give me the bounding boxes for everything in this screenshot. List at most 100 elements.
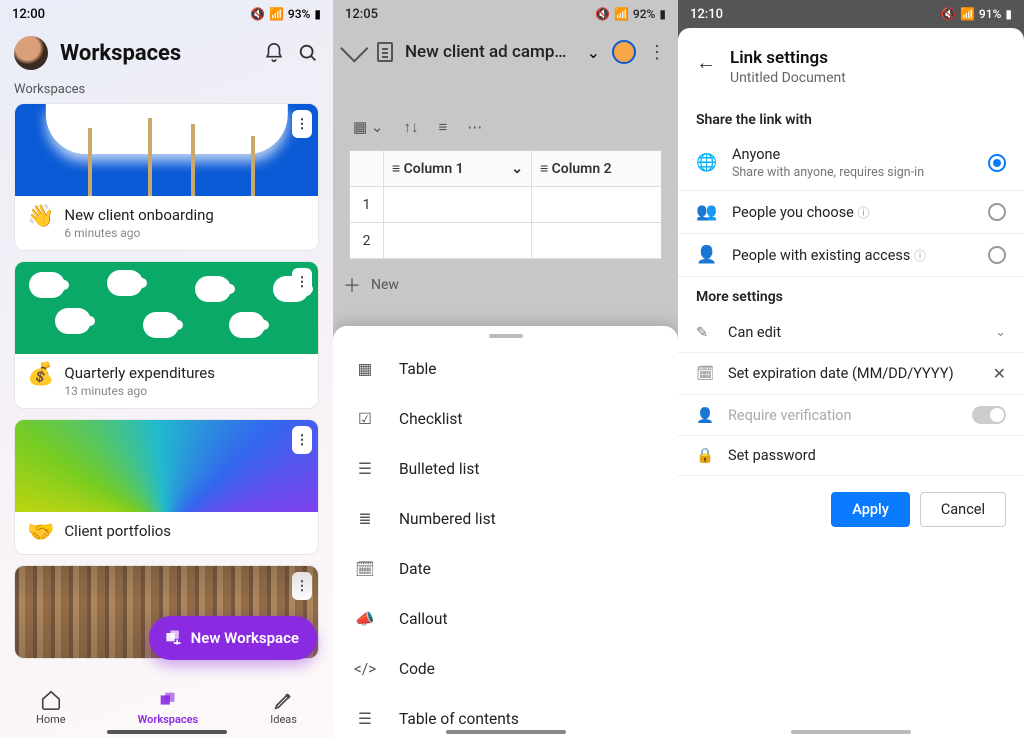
insert-checklist[interactable]: ☑ Checklist xyxy=(333,394,678,444)
verification-row[interactable]: 👤 Require verification xyxy=(678,395,1024,436)
row-label: Can edit xyxy=(728,324,981,341)
clear-icon[interactable]: ✕ xyxy=(993,364,1006,383)
share-option-existing[interactable]: 👤 People with existing access ⓘ xyxy=(678,234,1024,277)
card-menu-icon[interactable]: ⋮ xyxy=(292,110,312,138)
item-label: Checklist xyxy=(399,410,462,428)
globe-icon: 🌐 xyxy=(696,152,718,174)
column-header[interactable]: ≡ Column 2 xyxy=(532,151,661,187)
table-cell[interactable] xyxy=(532,223,661,259)
nav-home[interactable]: Home xyxy=(36,689,66,726)
insert-table[interactable]: ▦ Table xyxy=(333,344,678,394)
insert-date[interactable]: 🗓 Date xyxy=(333,544,678,594)
back-icon[interactable]: ← xyxy=(696,48,716,75)
bell-icon[interactable] xyxy=(263,42,285,64)
card-menu-icon[interactable]: ⋮ xyxy=(292,268,312,296)
workspace-card[interactable]: ⋮ 🤝 Client portfolios xyxy=(14,419,319,555)
password-row[interactable]: 🔒 Set password xyxy=(678,436,1024,476)
workspaces-screen: 12:00 🔇 📶 93% ▮ Workspaces Workspaces ⋮ … xyxy=(0,0,333,738)
status-bar: 12:00 🔇 📶 93% ▮ xyxy=(0,0,333,26)
link-settings-screen: 12:10 🔇 📶 91% ▮ ← Link settings Untitled… xyxy=(678,0,1024,738)
person-icon: 👤 xyxy=(696,244,718,266)
numbered-icon: ≣ xyxy=(355,509,375,529)
network-icon: 📶 xyxy=(269,7,284,21)
status-right: 🔇 📶 91% ▮ xyxy=(941,7,1012,21)
insert-callout[interactable]: 📣 Callout xyxy=(333,594,678,644)
nav-label: Home xyxy=(36,713,66,726)
chevron-down-icon[interactable]: ⌄ xyxy=(511,161,523,177)
card-cover: ⋮ xyxy=(15,420,318,512)
chevron-down-icon[interactable]: ⌄ xyxy=(995,325,1006,340)
table-cell[interactable] xyxy=(384,223,532,259)
workspace-card[interactable]: ⋮ 💰 Quarterly expenditures 13 minutes ag… xyxy=(14,261,319,409)
table-cell[interactable] xyxy=(384,187,532,223)
card-time: 13 minutes ago xyxy=(64,384,215,398)
pencil-icon: ✎ xyxy=(696,324,714,341)
battery-icon: ▮ xyxy=(314,7,321,21)
radio-selected[interactable] xyxy=(988,154,1006,172)
cancel-button[interactable]: Cancel xyxy=(920,492,1006,527)
people-choose-icon: 👥 xyxy=(696,201,718,223)
table-cell[interactable] xyxy=(532,187,661,223)
pen-icon xyxy=(273,689,295,711)
card-title: Client portfolios xyxy=(64,522,171,540)
row-number: 1 xyxy=(350,187,384,223)
more-dots-icon[interactable]: ⋯ xyxy=(467,118,482,136)
insert-bulleted-list[interactable]: ☰ Bulleted list xyxy=(333,444,678,494)
document-icon[interactable] xyxy=(377,42,393,62)
status-bar: 12:05 🔇 📶 92% ▮ xyxy=(333,0,678,26)
item-label: Date xyxy=(399,560,431,578)
insert-numbered-list[interactable]: ≣ Numbered list xyxy=(333,494,678,544)
insert-code[interactable]: </> Code xyxy=(333,644,678,694)
sheet-handle[interactable] xyxy=(489,334,523,338)
radio-unselected[interactable] xyxy=(988,203,1006,221)
share-option-anyone[interactable]: 🌐 Anyone Share with anyone, requires sig… xyxy=(678,136,1024,191)
avatar[interactable] xyxy=(14,36,48,70)
mute-icon: 🔇 xyxy=(250,7,265,21)
card-menu-icon[interactable]: ⋮ xyxy=(292,426,312,454)
card-title: New client onboarding xyxy=(64,206,213,224)
share-option-choose[interactable]: 👥 People you choose ⓘ xyxy=(678,191,1024,234)
new-workspace-button[interactable]: New Workspace xyxy=(149,616,317,660)
status-time: 12:05 xyxy=(345,7,378,22)
expiration-row[interactable]: 🗓 Set expiration date (MM/DD/YYYY) ✕ xyxy=(678,353,1024,395)
filter-icon[interactable]: ≡ xyxy=(438,118,447,136)
item-label: Numbered list xyxy=(399,510,496,528)
user-avatar[interactable] xyxy=(612,40,636,64)
radio-unselected[interactable] xyxy=(988,246,1006,264)
search-icon[interactable] xyxy=(297,42,319,64)
item-label: Table of contents xyxy=(399,710,519,728)
doc-title[interactable]: New client ad camp… xyxy=(405,42,575,62)
column-header[interactable]: ≡ Column 1 ⌄ xyxy=(384,151,532,187)
nav-label: Ideas xyxy=(270,713,297,726)
info-icon[interactable]: ⓘ xyxy=(857,206,869,220)
network-icon: 📶 xyxy=(614,7,629,21)
handshake-icon: 🤝 xyxy=(27,522,54,544)
toggle-off[interactable] xyxy=(972,406,1006,424)
fab-label: New Workspace xyxy=(191,629,299,647)
sort-icon[interactable]: ↑↓ xyxy=(403,118,418,136)
can-edit-row[interactable]: ✎ Can edit ⌄ xyxy=(678,313,1024,353)
checklist-icon: ☑ xyxy=(355,409,375,429)
chevron-down-icon[interactable]: ⌄ xyxy=(587,43,600,62)
nav-workspaces[interactable]: Workspaces xyxy=(138,689,199,726)
share-section-label: Share the link with xyxy=(678,100,1024,136)
new-row-button[interactable]: ＋ New xyxy=(333,260,678,310)
more-icon[interactable]: ⋮ xyxy=(648,42,666,63)
page-header: Workspaces xyxy=(0,26,333,82)
mute-icon: 🔇 xyxy=(941,7,956,21)
home-indicator xyxy=(791,730,911,734)
apply-button[interactable]: Apply xyxy=(831,492,910,527)
code-icon: </> xyxy=(355,659,375,679)
done-check-icon[interactable] xyxy=(345,42,365,62)
grid-icon[interactable]: ▦ ⌄ xyxy=(353,118,383,136)
info-icon[interactable]: ⓘ xyxy=(914,249,926,263)
card-cover: ⋮ xyxy=(15,262,318,354)
calendar-icon: 🗓 xyxy=(696,365,714,382)
network-icon: 📶 xyxy=(960,7,975,21)
card-menu-icon[interactable]: ⋮ xyxy=(292,572,312,600)
person-outline-icon: 👤 xyxy=(696,407,714,424)
nav-ideas[interactable]: Ideas xyxy=(270,689,297,726)
new-row-label: New xyxy=(371,277,399,293)
workspace-card[interactable]: ⋮ 👋 New client onboarding 6 minutes ago xyxy=(14,103,319,251)
opt-title: Anyone xyxy=(732,146,974,163)
